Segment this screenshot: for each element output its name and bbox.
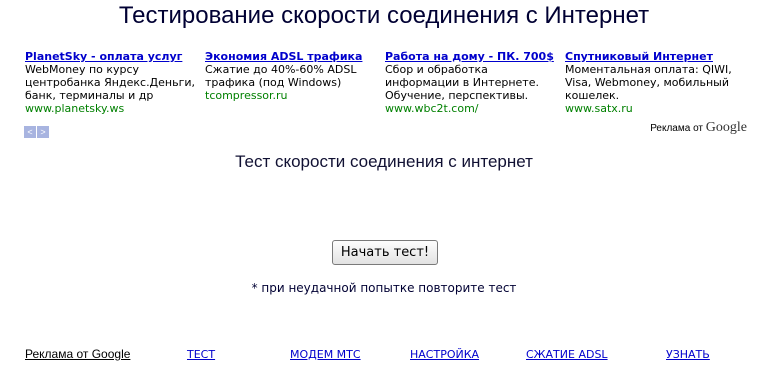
ad-url[interactable]: www.wbc2t.com/ bbox=[385, 102, 557, 115]
ad-item: Работа на дому - ПК. 700$ Сбор и обработ… bbox=[385, 50, 557, 115]
google-ads-label[interactable]: Реклама от Google bbox=[650, 120, 747, 136]
ad-headline-link[interactable]: Экономия ADSL трафика bbox=[205, 50, 377, 63]
footer-link-test[interactable]: ТЕСТ bbox=[187, 348, 215, 361]
ad-headline-link[interactable]: PlanetSky - оплата услуг bbox=[25, 50, 197, 63]
retry-note: * при неудачной попытке повторите тест bbox=[251, 281, 517, 295]
ad-description: Сжатие до 40%-60% ADSL трафика (под Wind… bbox=[205, 63, 357, 89]
ad-description: WebMoney по курсу центробанка Яндекс.Ден… bbox=[25, 63, 196, 102]
ad-description: Моментальная оплата: QIWI, Visa, Webmone… bbox=[565, 63, 732, 102]
footer-link-settings[interactable]: НАСТРОЙКА bbox=[410, 348, 479, 361]
start-test-button[interactable]: Начать тест! bbox=[332, 240, 438, 265]
ad-description: Сбор и обработка информации в Интернете.… bbox=[385, 63, 539, 102]
prev-ad-button[interactable]: < bbox=[24, 126, 36, 138]
ad-headline-link[interactable]: Спутниковый Интернет bbox=[565, 50, 737, 63]
ad-url[interactable]: www.planetsky.ws bbox=[25, 102, 197, 115]
ad-url[interactable]: tcompressor.ru bbox=[205, 89, 377, 102]
footer-link-learn[interactable]: УЗНАТЬ bbox=[666, 348, 710, 361]
ad-headline-link[interactable]: Работа на дому - ПК. 700$ bbox=[385, 50, 557, 63]
ad-item: Экономия ADSL трафика Сжатие до 40%-60% … bbox=[205, 50, 377, 102]
ad-url[interactable]: www.satx.ru bbox=[565, 102, 737, 115]
ad-pager: < > bbox=[24, 122, 50, 138]
next-ad-button[interactable]: > bbox=[37, 126, 49, 138]
google-logo: Google bbox=[705, 120, 747, 135]
footer-ads-label[interactable]: Реклама от Google bbox=[25, 347, 130, 361]
ad-item: PlanetSky - оплата услуг WebMoney по кур… bbox=[25, 50, 197, 115]
ad-item: Спутниковый Интернет Моментальная оплата… bbox=[565, 50, 737, 115]
ad-block: PlanetSky - оплата услуг WebMoney по кур… bbox=[25, 50, 755, 115]
section-title: Тест скорости соединения с интернет bbox=[235, 152, 533, 171]
footer-link-modem-mts[interactable]: МОДЕМ МТС bbox=[290, 348, 361, 361]
page-title: Тестирование скорости соединения с Интер… bbox=[118, 2, 650, 29]
footer-link-adsl-compression[interactable]: СЖАТИЕ ADSL bbox=[526, 348, 608, 361]
ads-by-prefix: Реклама от bbox=[650, 123, 703, 134]
